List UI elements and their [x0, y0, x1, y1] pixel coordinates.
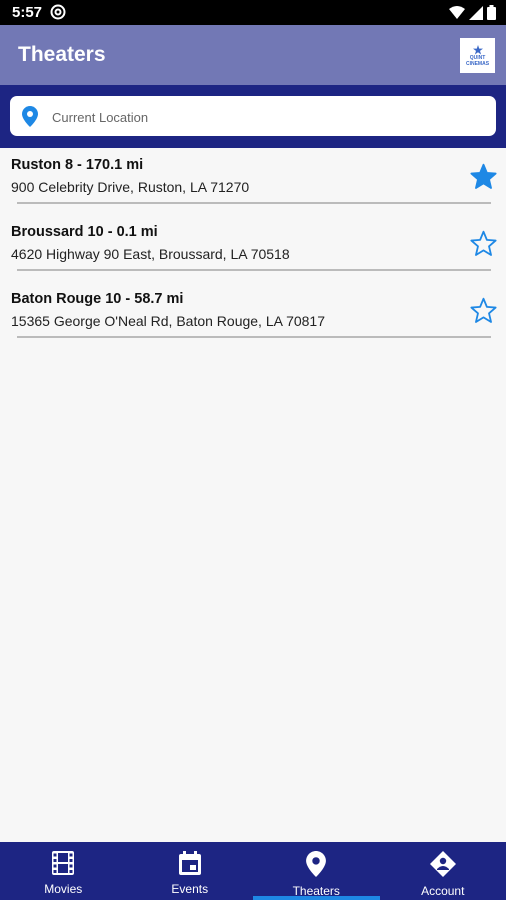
- status-icons: [449, 5, 496, 25]
- nav-theaters[interactable]: Theaters: [253, 842, 380, 900]
- nav-events[interactable]: Events: [127, 842, 254, 900]
- logo-star-icon: [472, 44, 483, 54]
- nav-label: Account: [421, 884, 465, 898]
- wifi-icon: [449, 5, 465, 25]
- battery-icon: [487, 5, 496, 25]
- theater-address: 4620 Highway 90 East, Broussard, LA 7051…: [11, 246, 290, 262]
- theater-list-item[interactable]: Baton Rouge 10 - 58.7 mi 15365 George O'…: [0, 282, 506, 349]
- divider: [17, 202, 491, 204]
- status-time: 5:57: [12, 4, 43, 21]
- nav-label: Events: [171, 882, 209, 896]
- divider: [17, 269, 491, 271]
- theater-list: Ruston 8 - 170.1 mi 900 Celebrity Drive,…: [0, 148, 506, 349]
- theater-list-item[interactable]: Ruston 8 - 170.1 mi 900 Celebrity Drive,…: [0, 148, 506, 215]
- location-pin-icon: [22, 106, 38, 132]
- account-icon: [429, 851, 456, 882]
- star-outline-icon[interactable]: [470, 230, 497, 262]
- theater-address: 900 Celebrity Drive, Ruston, LA 71270: [11, 179, 250, 195]
- app-bar: Theaters QUINT CINEMAS: [0, 25, 506, 85]
- status-bar: 5:57: [0, 0, 506, 25]
- at-icon: [50, 4, 66, 25]
- calendar-icon: [178, 851, 201, 880]
- signal-icon: [469, 5, 483, 25]
- location-search-input[interactable]: [50, 106, 474, 128]
- theater-name: Ruston 8 - 170.1 mi: [11, 157, 144, 173]
- nav-label: Movies: [44, 882, 83, 896]
- divider: [17, 336, 491, 338]
- star-outline-icon[interactable]: [470, 297, 497, 329]
- theater-name: Broussard 10 - 0.1 mi: [11, 224, 158, 240]
- bottom-navigation: Movies Events Theaters Account: [0, 842, 506, 900]
- location-search-box[interactable]: [10, 96, 496, 136]
- location-pin-icon: [306, 851, 327, 882]
- brand-logo[interactable]: QUINT CINEMAS: [460, 38, 495, 73]
- star-filled-icon[interactable]: [470, 163, 497, 195]
- theater-name: Baton Rouge 10 - 58.7 mi: [11, 291, 184, 307]
- nav-label: Theaters: [292, 884, 340, 898]
- logo-text-2: CINEMAS: [465, 60, 490, 67]
- film-icon: [52, 851, 75, 880]
- nav-account[interactable]: Account: [380, 842, 506, 900]
- page-title: Theaters: [18, 43, 106, 66]
- nav-movies[interactable]: Movies: [0, 842, 127, 900]
- theater-list-item[interactable]: Broussard 10 - 0.1 mi 4620 Highway 90 Ea…: [0, 215, 506, 282]
- theater-address: 15365 George O'Neal Rd, Baton Rouge, LA …: [11, 313, 326, 329]
- search-bar-container: [0, 85, 506, 148]
